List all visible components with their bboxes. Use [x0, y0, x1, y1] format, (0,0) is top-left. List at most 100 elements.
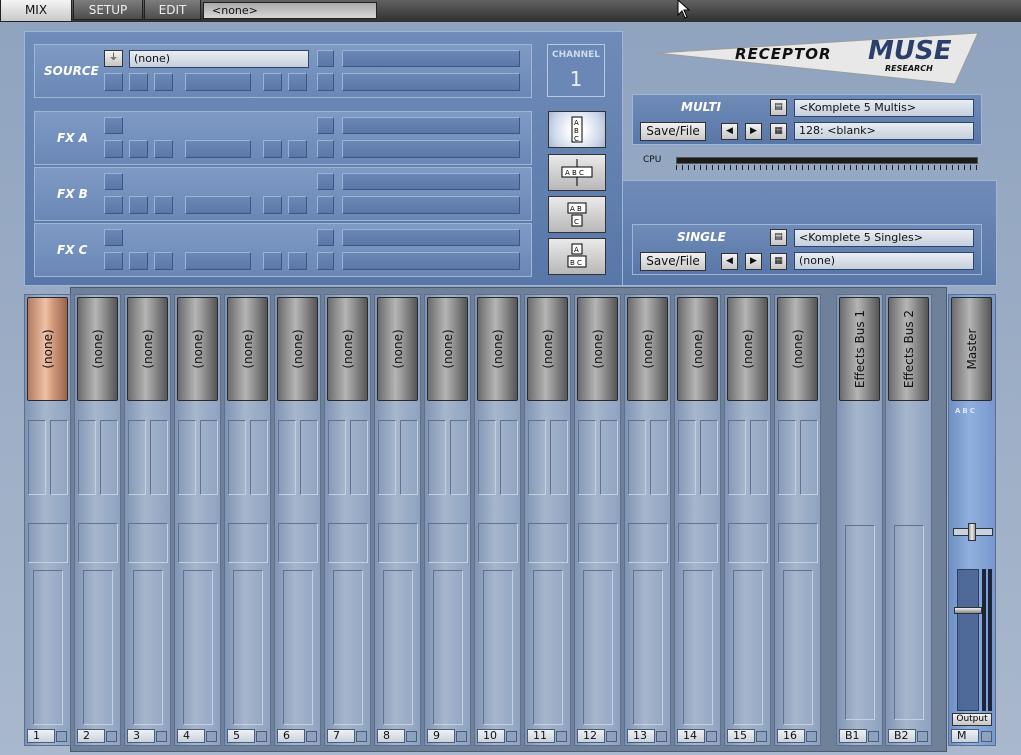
channel-mute-button[interactable] — [756, 731, 767, 742]
plug-icon[interactable]: ⏚ — [104, 50, 123, 67]
channel-select-button[interactable]: (none) — [327, 297, 368, 401]
master-output-button[interactable]: Output — [952, 713, 992, 726]
channel-mute-button[interactable] — [156, 731, 167, 742]
channel-select-button[interactable]: (none) — [527, 297, 568, 401]
channel-fader[interactable] — [733, 570, 763, 725]
fx-cell[interactable] — [317, 252, 334, 270]
channel-mute-button[interactable] — [306, 731, 317, 742]
channel-select-button[interactable]: (none) — [77, 297, 118, 401]
fx-cell[interactable] — [104, 173, 123, 190]
bus-fader[interactable] — [845, 525, 875, 720]
channel-fader[interactable] — [33, 570, 63, 725]
bus-select-button[interactable]: Effects Bus 1 — [839, 297, 880, 401]
bus-fader[interactable] — [894, 525, 924, 720]
channel-fader[interactable] — [233, 570, 263, 725]
channel-pan[interactable] — [678, 523, 718, 563]
channel-mute-button[interactable] — [406, 731, 417, 742]
channel-mute-button[interactable] — [106, 731, 117, 742]
fx-cell[interactable] — [288, 140, 307, 158]
channel-mute-button[interactable] — [456, 731, 467, 742]
channel-pan[interactable] — [528, 523, 568, 563]
channel-pan[interactable] — [778, 523, 818, 563]
channel-pan[interactable] — [478, 523, 518, 563]
channel-select-button[interactable]: (none) — [627, 297, 668, 401]
channel-mute-button[interactable] — [806, 731, 817, 742]
source-cell[interactable] — [263, 73, 282, 91]
channel-pan[interactable] — [728, 523, 768, 563]
channel-select-button[interactable]: (none) — [477, 297, 518, 401]
channel-select-button[interactable]: (none) — [777, 297, 818, 401]
tab-mix[interactable]: MIX — [0, 0, 72, 22]
channel-pan[interactable] — [328, 523, 368, 563]
channel-pan[interactable] — [578, 523, 618, 563]
fx-cell[interactable] — [317, 229, 334, 246]
channel-fader[interactable] — [683, 570, 713, 725]
channel-fader[interactable] — [133, 570, 163, 725]
channel-fader[interactable] — [633, 570, 663, 725]
channel-pan[interactable] — [628, 523, 668, 563]
fx-cell[interactable] — [129, 140, 148, 158]
fx-cell[interactable] — [185, 140, 251, 158]
channel-pan[interactable] — [428, 523, 468, 563]
preset-name-field[interactable]: <none> — [203, 2, 377, 19]
channel-select-button[interactable]: (none) — [677, 297, 718, 401]
fx-cell[interactable] — [317, 196, 334, 214]
channel-pan[interactable] — [278, 523, 318, 563]
channel-mute-button[interactable] — [706, 731, 717, 742]
bus-mute-button[interactable] — [917, 731, 928, 742]
fx-cell[interactable] — [263, 140, 282, 158]
fx-cell[interactable] — [317, 173, 334, 190]
fx-cell[interactable] — [129, 196, 148, 214]
fx-cell[interactable] — [288, 252, 307, 270]
channel-select-button[interactable]: (none) — [177, 297, 218, 401]
channel-mute-button[interactable] — [556, 731, 567, 742]
master-select-button[interactable]: Master — [951, 297, 992, 401]
single-save-file-button[interactable]: Save/File — [640, 252, 706, 271]
channel-mute-button[interactable] — [506, 731, 517, 742]
multi-prev-icon[interactable]: ◀ — [721, 123, 738, 140]
bus-mute-button[interactable] — [868, 731, 879, 742]
single-next-icon[interactable]: ▶ — [745, 253, 762, 270]
channel-fader[interactable] — [283, 570, 313, 725]
channel-mute-button[interactable] — [656, 731, 667, 742]
multi-bank-icon[interactable]: ▤ — [770, 99, 787, 116]
fx-cell[interactable] — [263, 196, 282, 214]
fx-cell[interactable] — [317, 140, 334, 158]
source-cell[interactable] — [288, 73, 307, 91]
master-fader-track[interactable] — [957, 569, 979, 711]
channel-select-button[interactable]: (none) — [27, 297, 68, 401]
source-select[interactable]: (none) — [129, 50, 309, 68]
channel-fader[interactable] — [483, 570, 513, 725]
channel-select-button[interactable]: (none) — [277, 297, 318, 401]
fx-cell[interactable] — [288, 196, 307, 214]
multi-preset-select[interactable]: 128: <blank> — [794, 122, 974, 140]
fx-cell[interactable] — [185, 252, 251, 270]
tab-edit[interactable]: EDIT — [144, 0, 201, 20]
channel-select-button[interactable]: (none) — [577, 297, 618, 401]
channel-pan[interactable] — [228, 523, 268, 563]
fx-cell[interactable] — [263, 252, 282, 270]
tab-setup[interactable]: SETUP — [73, 0, 143, 20]
source-cell[interactable] — [104, 73, 123, 91]
fx-cell[interactable] — [185, 196, 251, 214]
source-cell[interactable] — [317, 73, 334, 91]
fx-cell[interactable] — [129, 252, 148, 270]
channel-select-button[interactable]: (none) — [427, 297, 468, 401]
channel-fader[interactable] — [83, 570, 113, 725]
fx-cell[interactable] — [104, 252, 123, 270]
channel-mute-button[interactable] — [606, 731, 617, 742]
channel-select-button[interactable]: (none) — [127, 297, 168, 401]
single-prev-icon[interactable]: ◀ — [721, 253, 738, 270]
fx-cell[interactable] — [154, 140, 173, 158]
single-bank-icon[interactable]: ▤ — [770, 229, 787, 246]
channel-select-button[interactable]: (none) — [377, 297, 418, 401]
master-pan-knob[interactable] — [968, 523, 976, 541]
source-cell[interactable] — [317, 50, 334, 67]
channel-pan[interactable] — [128, 523, 168, 563]
channel-fader[interactable] — [783, 570, 813, 725]
channel-select-button[interactable]: (none) — [727, 297, 768, 401]
source-cell[interactable] — [154, 73, 173, 91]
fx-cell[interactable] — [104, 229, 123, 246]
single-preset-select[interactable]: (none) — [794, 252, 974, 270]
channel-fader[interactable] — [383, 570, 413, 725]
